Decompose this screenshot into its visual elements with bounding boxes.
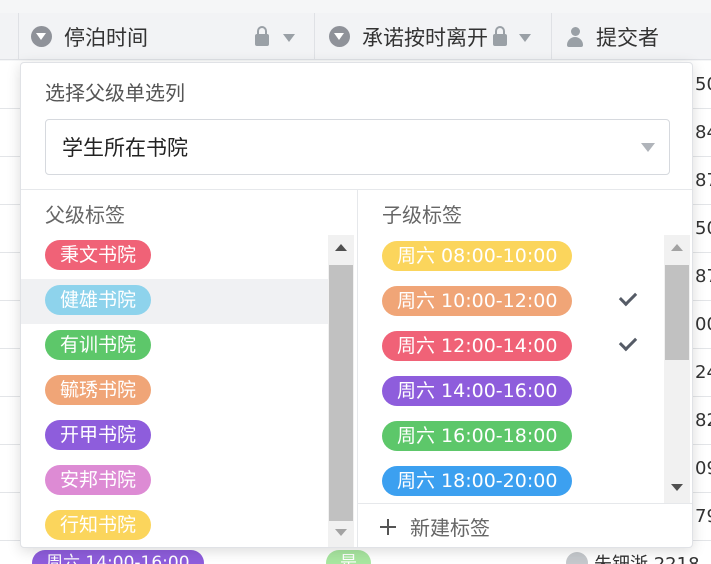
column-title: 停泊时间 xyxy=(64,25,148,50)
parent-tag[interactable]: 毓琇书院 xyxy=(45,375,152,405)
parent-column-popup: 选择父级单选列 学生所在书院 父级标签 子级标签 秉文书院 健雄书院 有训书院 … xyxy=(20,62,693,548)
submitter-cell: 朱钿浙 2218 xyxy=(566,550,700,564)
select-value: 学生所在书院 xyxy=(62,136,188,160)
lock-icon xyxy=(255,26,269,46)
cell-value: 87 xyxy=(695,266,711,287)
parent-scrollbar[interactable] xyxy=(328,235,354,547)
chevron-down-icon[interactable] xyxy=(283,34,295,42)
cell-value: 79 xyxy=(695,506,711,527)
scrollbar-thumb[interactable] xyxy=(329,265,353,521)
submitter-name: 朱钿浙 2218 xyxy=(594,550,700,564)
avatar xyxy=(566,552,588,564)
check-icon xyxy=(618,287,638,307)
parent-tags-header: 父级标签 xyxy=(45,203,125,227)
scroll-up-icon[interactable] xyxy=(335,244,347,251)
cell-value: 50 xyxy=(695,218,711,239)
check-icon xyxy=(618,332,638,352)
scroll-up-icon[interactable] xyxy=(671,244,683,251)
new-tag-button[interactable]: 新建标签 xyxy=(358,503,692,547)
popup-title: 选择父级单选列 xyxy=(45,81,185,105)
column-menu-icon[interactable] xyxy=(329,26,350,47)
child-tag[interactable]: 周六 12:00-14:00 xyxy=(382,331,573,361)
cell-value: 24 xyxy=(695,362,711,383)
child-tag[interactable]: 周六 08:00-10:00 xyxy=(382,241,573,271)
column-header-submitter[interactable]: 提交者 xyxy=(551,13,711,60)
plus-icon xyxy=(380,518,396,535)
chevron-down-icon[interactable] xyxy=(519,34,531,42)
cell-tag: 周六 14:00-16:00 xyxy=(32,550,204,564)
chevron-down-icon xyxy=(641,143,655,152)
new-tag-label: 新建标签 xyxy=(410,516,490,540)
cell-value: 84 xyxy=(695,122,711,143)
cell-tag: 是 xyxy=(326,550,371,564)
column-header-berth-time[interactable]: 停泊时间 xyxy=(18,13,314,60)
scroll-down-icon[interactable] xyxy=(671,484,683,491)
child-tag[interactable]: 周六 10:00-12:00 xyxy=(382,286,573,316)
child-tag[interactable]: 周六 16:00-18:00 xyxy=(382,421,573,451)
child-tags-header: 子级标签 xyxy=(382,203,462,227)
user-icon xyxy=(566,26,584,47)
parent-tag[interactable]: 安邦书院 xyxy=(45,465,152,495)
column-title: 提交者 xyxy=(596,25,659,50)
cell-value: 82 xyxy=(695,410,711,431)
table-header: 停泊时间 承诺按时离开 提交者 xyxy=(0,13,711,60)
lock-icon xyxy=(493,26,507,46)
column-title: 承诺按时离开 xyxy=(362,25,488,50)
parent-tag[interactable]: 开甲书院 xyxy=(45,420,152,450)
child-tag[interactable]: 周六 14:00-16:00 xyxy=(382,376,573,406)
scrollbar-thumb[interactable] xyxy=(665,265,689,360)
parent-tag[interactable]: 秉文书院 xyxy=(45,240,152,270)
parent-tag[interactable]: 健雄书院 xyxy=(45,285,152,315)
cell-value: 09 xyxy=(695,458,711,479)
parent-tag[interactable]: 行知书院 xyxy=(45,510,152,540)
child-scrollbar[interactable] xyxy=(664,235,690,503)
parent-column-select[interactable]: 学生所在书院 xyxy=(45,119,670,175)
cell-value: 00 xyxy=(695,314,711,335)
cell-value: 87 xyxy=(695,170,711,191)
cell-value: 50 xyxy=(695,74,711,95)
parent-tag[interactable]: 有训书院 xyxy=(45,330,152,360)
divider xyxy=(357,189,358,547)
column-header-promise[interactable]: 承诺按时离开 xyxy=(314,13,551,60)
column-menu-icon[interactable] xyxy=(31,26,52,47)
scroll-down-icon[interactable] xyxy=(335,529,347,536)
child-tag[interactable]: 周六 18:00-20:00 xyxy=(382,466,573,496)
